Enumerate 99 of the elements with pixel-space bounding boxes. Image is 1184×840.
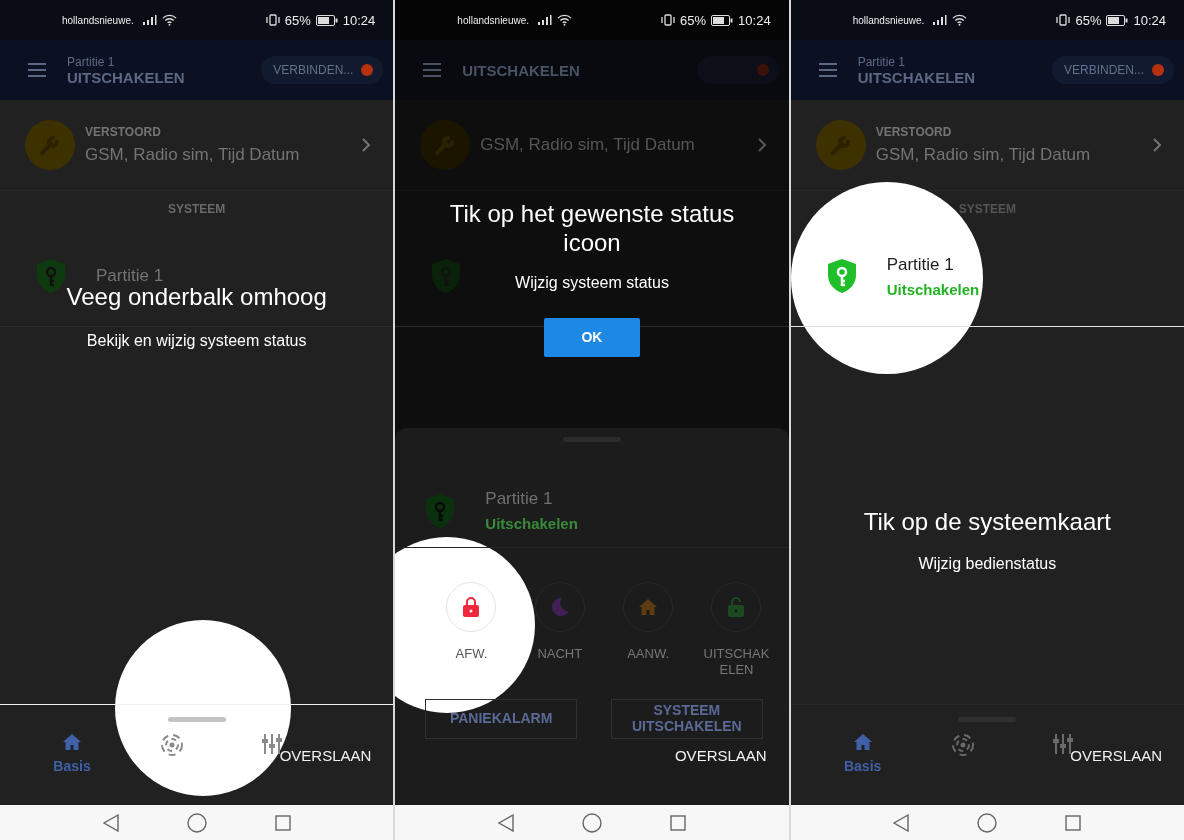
battery-icon <box>1106 14 1129 26</box>
wrench-icon <box>420 120 471 170</box>
arm-state-title: UITSCHAKELEN <box>67 68 186 86</box>
nav-tab[interactable] <box>262 734 282 754</box>
partition-name: Partitie 1 <box>886 254 955 275</box>
alert-label: VERSTOORD <box>85 125 162 139</box>
carrier-name: hollandsnieuwe. <box>457 14 530 26</box>
connect-status-pill[interactable]: VERBINDEN... <box>1052 56 1174 84</box>
wifi-icon <box>161 14 177 26</box>
wifi-icon <box>557 14 573 26</box>
connect-label: VERBINDEN... <box>1064 63 1144 77</box>
menu-icon[interactable] <box>423 63 442 77</box>
nav-tab[interactable]: Basis <box>843 734 882 774</box>
vibrate-icon <box>1056 14 1071 26</box>
radar-icon <box>951 734 974 756</box>
moon-icon <box>549 597 570 617</box>
signal-icon <box>142 15 157 25</box>
mode-option[interactable]: AFW. <box>427 582 516 679</box>
partition-subtitle: Partitie 1 <box>67 54 116 69</box>
back-icon[interactable] <box>102 813 119 832</box>
clock: 10:24 <box>342 12 376 28</box>
shield-key-icon <box>425 492 456 529</box>
alert-text: GSM, Radio sim, Tijd Datum <box>85 145 301 165</box>
skip-button[interactable]: OVERSLAAN <box>674 747 767 764</box>
clock: 10:24 <box>738 12 771 28</box>
vibrate-icon <box>265 14 280 26</box>
radar-icon <box>161 734 183 756</box>
partition-subtitle: Partitie 1 <box>857 54 906 69</box>
carrier-name: hollandsnieuwe. <box>62 14 134 26</box>
home-icon <box>63 734 81 750</box>
signal-icon <box>538 15 553 25</box>
hint-text: Bekijk en wijzig systeem status <box>86 331 307 350</box>
chevron-right-icon[interactable] <box>362 138 372 152</box>
action-button[interactable]: SYSTEEM UITSCHAKELEN <box>611 698 763 739</box>
connect-label: VERBINDEN... <box>273 63 354 77</box>
mode-option[interactable]: AANW. <box>604 582 693 679</box>
recents-icon[interactable] <box>1065 814 1082 831</box>
menu-icon[interactable] <box>28 63 46 77</box>
partition-status: Uitschakelen <box>886 280 980 298</box>
partition-name: Partitie 1 <box>96 266 164 286</box>
vibrate-icon <box>661 14 676 26</box>
battery-percent: 65% <box>284 12 311 28</box>
hint-text: Wijzig bedienstatus <box>918 554 1057 573</box>
section-header: SYSTEEM <box>168 201 226 216</box>
back-icon[interactable] <box>893 813 910 832</box>
status-dot-icon <box>1152 64 1164 76</box>
wifi-icon <box>952 14 968 26</box>
drag-handle[interactable] <box>167 717 226 722</box>
mode-option[interactable]: NACHT <box>515 582 604 679</box>
connect-status-pill[interactable]: VERBINDEN... <box>261 56 384 84</box>
sliders-icon <box>262 734 282 754</box>
ok-button[interactable]: OK <box>544 317 640 357</box>
nav-tab[interactable] <box>1052 734 1073 754</box>
chevron-right-icon[interactable] <box>757 138 767 152</box>
chevron-right-icon[interactable] <box>1153 138 1162 152</box>
unlock-icon <box>728 597 745 617</box>
battery-icon <box>711 14 734 26</box>
menu-icon[interactable] <box>818 63 837 77</box>
home-circle-icon[interactable] <box>977 812 998 833</box>
hint-title: Veeg onderbalk omhoog <box>66 283 327 312</box>
arm-state-title: UITSCHAKELEN <box>462 61 581 79</box>
skip-button[interactable]: OVERSLAAN <box>1070 747 1162 764</box>
lock-icon <box>463 597 480 617</box>
battery-percent: 65% <box>680 12 707 28</box>
recents-icon[interactable] <box>274 814 291 831</box>
skip-button[interactable]: OVERSLAAN <box>279 747 372 764</box>
home-circle-icon[interactable] <box>186 812 207 833</box>
hint-title: Tik op de systeemkaart <box>863 508 1111 537</box>
battery-icon <box>315 14 338 26</box>
status-dot-icon <box>756 64 769 76</box>
shield-key-icon <box>826 258 857 294</box>
recents-icon[interactable] <box>670 814 686 831</box>
arm-state-title: UITSCHAKELEN <box>857 68 977 86</box>
clock: 10:24 <box>1133 12 1166 28</box>
alert-label: VERSTOORD <box>875 125 953 139</box>
home-circle-icon[interactable] <box>582 812 602 833</box>
nav-tab[interactable] <box>951 734 974 756</box>
partition-card[interactable]: Partitie 1 Uitschakelen <box>790 226 1184 327</box>
carrier-name: hollandsnieuwe. <box>852 14 925 26</box>
partition-name: Partitie 1 <box>485 489 554 509</box>
home-icon <box>853 734 872 750</box>
hint-text: Wijzig systeem status <box>515 273 669 292</box>
battery-percent: 65% <box>1075 12 1102 28</box>
mode-option[interactable]: UITSCHAKELEN <box>692 582 781 679</box>
nav-tab[interactable]: Basis <box>53 734 91 774</box>
status-dot-icon <box>361 64 374 76</box>
shield-key-icon <box>36 258 66 294</box>
alert-text: GSM, Radio sim, Tijd Datum <box>480 135 696 155</box>
sliders-icon <box>1052 734 1073 754</box>
nav-tab[interactable] <box>161 734 183 756</box>
partition-status: Uitschakelen <box>485 515 578 532</box>
house-icon <box>639 599 658 615</box>
wrench-icon <box>815 120 866 170</box>
alert-text: GSM, Radio sim, Tijd Datum <box>875 145 1092 165</box>
wrench-icon <box>25 120 75 170</box>
hint-title: Tik op het gewenste status icoon <box>448 200 736 258</box>
back-icon[interactable] <box>498 813 514 832</box>
action-button[interactable]: PANIEKALARM <box>425 698 577 739</box>
signal-icon <box>933 15 948 25</box>
